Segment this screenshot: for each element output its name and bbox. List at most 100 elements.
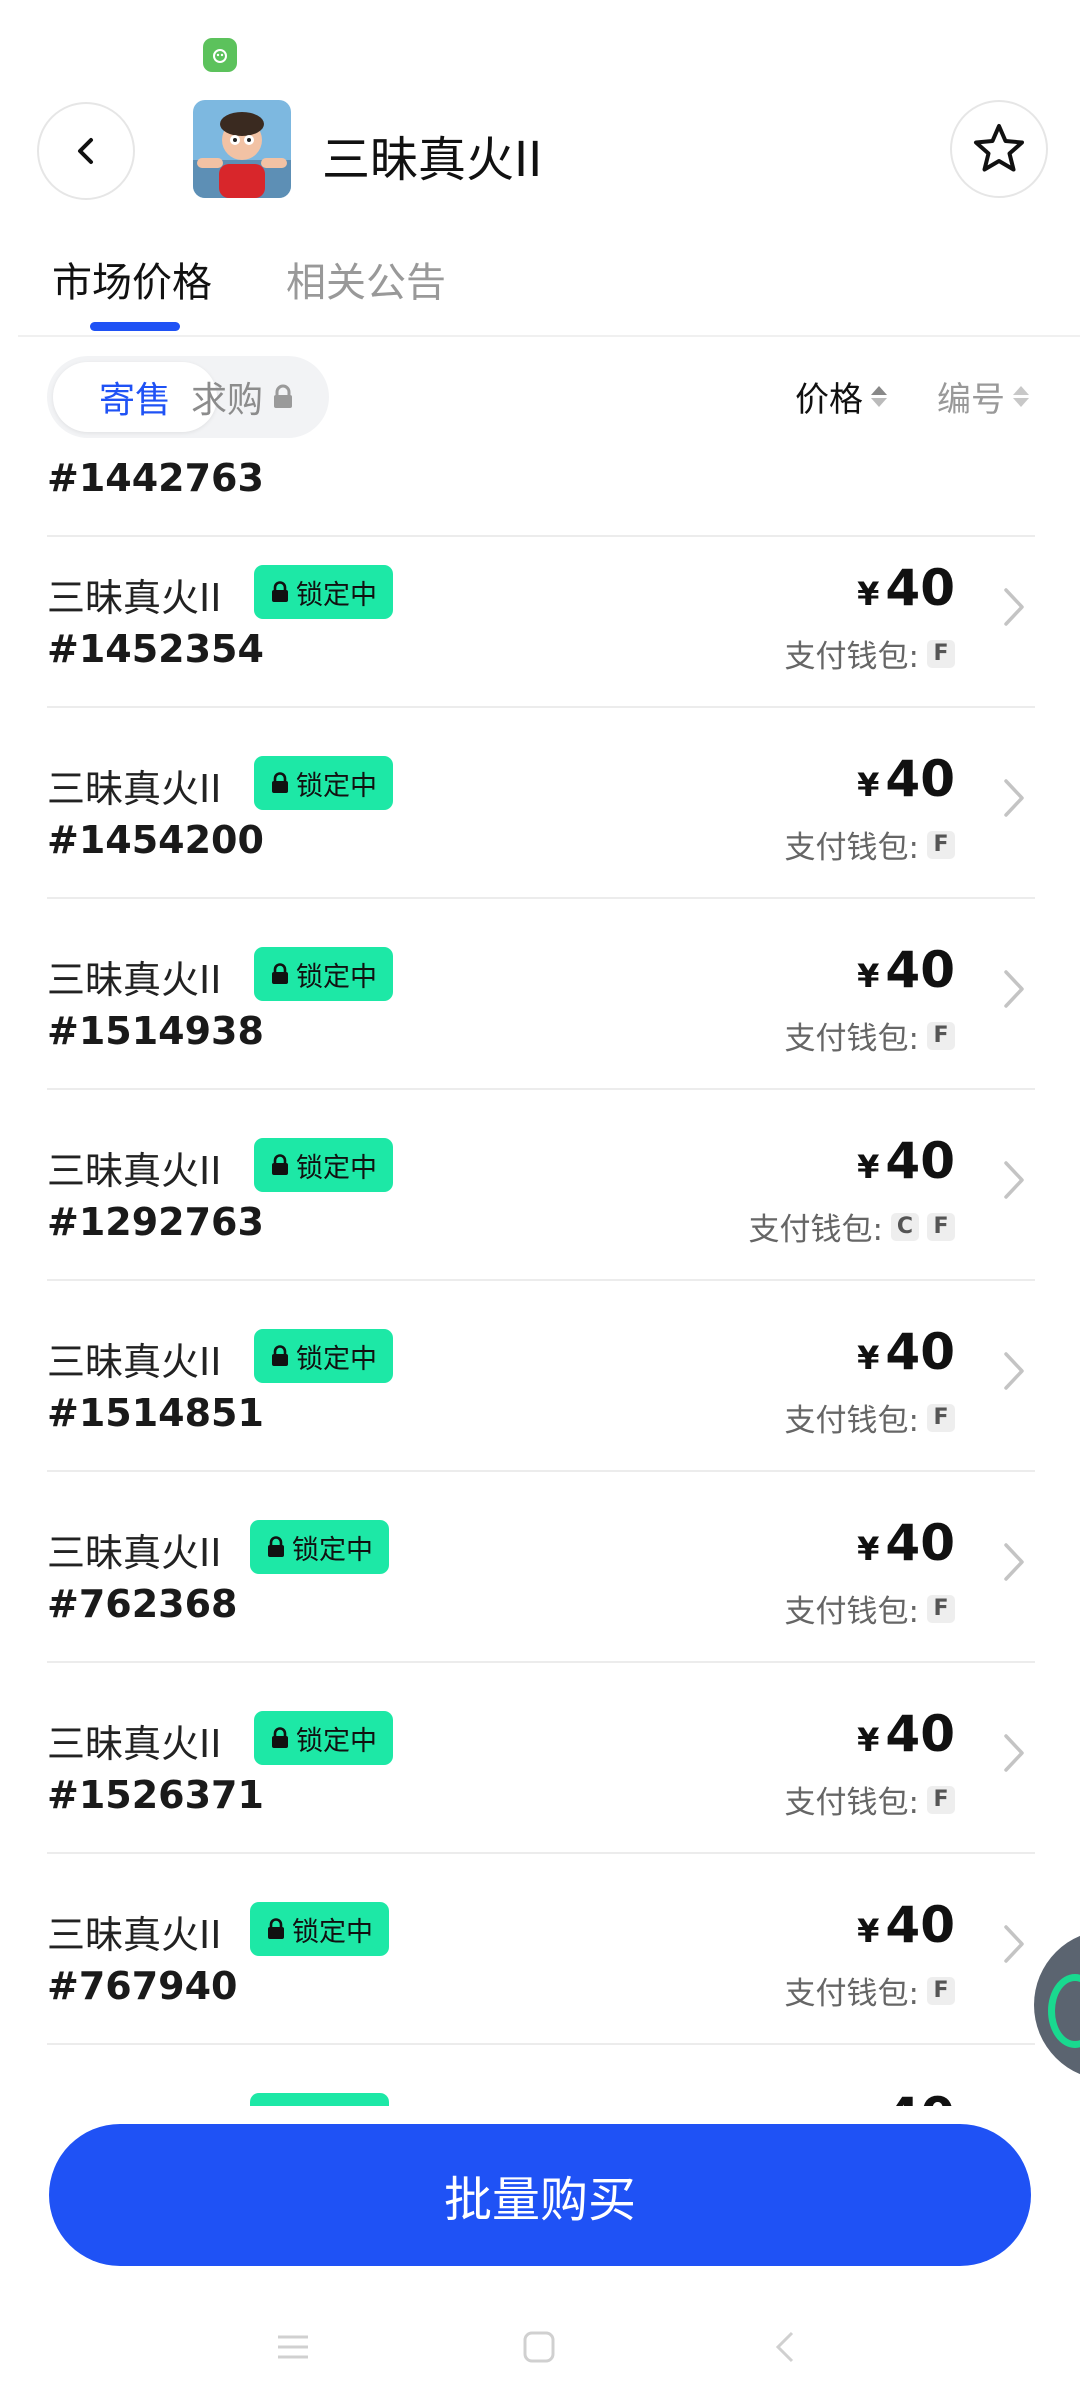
item-number: #1526371 [47,1773,264,1817]
locked-status-badge: 锁定中 [254,756,393,810]
wallet-tag: C [891,1212,919,1241]
price-amount: 40 [885,2087,955,2106]
locked-status-badge: 锁定中 [254,1329,393,1383]
wallet-label: 支付钱包: [748,1212,883,1248]
tab-market-price[interactable]: 市场价格 [52,250,212,308]
list-item[interactable]: 三昧真火II 锁定中 #762368 ¥40 支付钱包: F [47,1470,1035,1663]
item-price: ¥40 [857,1896,955,1954]
item-price: ¥40 [857,1514,955,1572]
product-thumbnail [193,100,291,198]
chevron-right-icon [1001,585,1027,633]
payment-wallet: 支付钱包: F [785,1777,955,1822]
tab-active-indicator [90,322,180,331]
chevron-right-icon [1001,1158,1027,1206]
wallet-tag: F [927,1212,955,1241]
menu-icon[interactable] [275,2332,311,2362]
item-number: #1514851 [47,1391,264,1435]
chevron-right-icon [1001,1922,1027,1970]
locked-status-badge: 锁定中 [254,947,393,1001]
currency-symbol: ¥ [857,1530,880,1568]
sort-by-price[interactable]: 价格 [795,372,887,421]
list-item[interactable]: 三昧真火II 锁定中 #1514851 ¥40 支付钱包: F [47,1279,1035,1472]
item-name: 三昧真火II [47,1722,222,1766]
lock-icon [272,1727,288,1748]
lock-icon [272,772,288,793]
locked-status-badge: 锁定中 [254,1711,393,1765]
list-item[interactable]: 三昧真火II 锁定中 #767940 ¥40 支付钱包: F [47,1852,1035,2045]
item-price: ¥40 [857,1132,955,1190]
chevron-right-icon [1001,1349,1027,1397]
payment-wallet: 支付钱包: F [785,1586,955,1631]
tab-announcements[interactable]: 相关公告 [286,250,446,308]
sort-arrows-icon [1013,386,1029,407]
list-item[interactable]: 三昧真火II锁定中¥40支付钱包:F [47,2043,1035,2106]
wallet-tag: F [927,830,955,859]
currency-symbol: ¥ [857,575,880,613]
item-number: #767940 [47,1964,238,2008]
listing-list: #1442763 三昧真火II 锁定中 #1452354 ¥40 支付钱包: F 三昧真火I… [0,448,1080,2106]
item-number: #1452354 [47,627,264,671]
price-amount: 40 [885,1896,955,1954]
notification-app-icon [203,38,237,72]
wallet-tag: F [927,1403,955,1432]
back-nav-icon[interactable] [770,2330,800,2364]
list-item[interactable]: 三昧真火II 锁定中 #1454200 ¥40 支付钱包: F [47,706,1035,899]
listing-type-segment: 寄售 求购 [47,356,329,438]
item-price: ¥40 [857,1705,955,1763]
back-button[interactable] [37,102,135,200]
price-amount: 40 [885,559,955,617]
badge-label: 锁定中 [296,1343,377,1375]
lock-icon [272,1154,288,1175]
lock-icon [268,1536,284,1557]
lock-icon [274,384,293,408]
segment-consignment-label: 寄售 [98,380,171,421]
payment-wallet: 支付钱包: F [785,1968,955,2013]
locked-status-badge: 锁定中 [250,2093,389,2106]
price-amount: 40 [885,941,955,999]
wallet-tag: F [927,1594,955,1623]
item-price: ¥40 [857,559,955,617]
list-item[interactable]: 三昧真火II 锁定中 #1514938 ¥40 支付钱包: F [47,897,1035,1090]
badge-label: 锁定中 [296,579,377,611]
price-amount: 40 [885,1323,955,1381]
item-number: #1514938 [47,1009,264,1053]
wallet-tag: F [927,1976,955,2005]
wallet-label: 支付钱包: [784,830,919,866]
wallet-label: 支付钱包: [784,1594,919,1630]
currency-symbol: ¥ [857,1912,880,1950]
item-name: 三昧真火II [47,1149,222,1193]
payment-wallet: 支付钱包: F [785,631,955,676]
item-name: 三昧真火II [47,958,222,1002]
wallet-tag: F [927,1785,955,1814]
chevron-left-icon [78,138,93,164]
wallet-label: 支付钱包: [784,1976,919,2012]
wallet-label: 支付钱包: [784,1785,919,1821]
system-navigation-bar [0,2300,1080,2400]
page-title: 三昧真火II [322,132,543,188]
home-icon[interactable] [522,2330,556,2364]
price-amount: 40 [885,1705,955,1763]
sort-arrows-icon [871,386,887,407]
item-number: #1454200 [47,818,264,862]
locked-status-badge: 锁定中 [250,1902,389,1956]
star-outline-icon [974,124,1024,172]
item-price: ¥40 [857,750,955,808]
list-item[interactable]: 三昧真火II 锁定中 #1452354 ¥40 支付钱包: F [47,515,1035,708]
lock-icon [272,581,288,602]
sort-by-number[interactable]: 编号 [937,372,1029,421]
chevron-right-icon [1001,776,1027,824]
badge-label: 锁定中 [292,1534,373,1566]
payment-wallet: 支付钱包: F [785,822,955,867]
wallet-label: 支付钱包: [784,639,919,675]
segment-purchase-request[interactable]: 求购 [191,356,295,438]
item-price: ¥40 [857,1323,955,1381]
badge-label: 锁定中 [296,961,377,993]
list-item[interactable]: 三昧真火II 锁定中 #1526371 ¥40 支付钱包: F [47,1661,1035,1854]
item-name: 三昧真火II [47,576,222,620]
list-item[interactable]: 三昧真火II 锁定中 #1292763 ¥40 支付钱包: C F [47,1088,1035,1281]
currency-symbol: ¥ [857,766,880,804]
favorite-button[interactable] [950,100,1048,198]
bulk-buy-button[interactable]: 批量购买 [49,2124,1031,2266]
locked-status-badge: 锁定中 [254,565,393,619]
wallet-tag: F [927,1021,955,1050]
